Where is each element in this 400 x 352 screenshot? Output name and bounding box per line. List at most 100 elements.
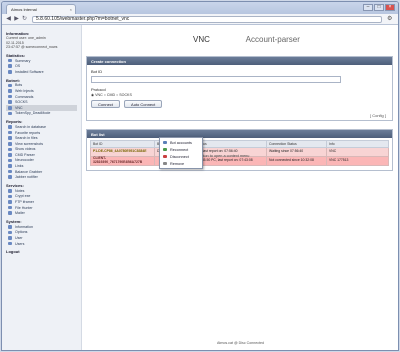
- ctx-remove[interactable]: Remove: [160, 160, 202, 167]
- sidebar-item-label: View screenshots: [15, 141, 44, 146]
- menu-icon: [8, 94, 12, 99]
- ctx-label: Reconnect: [170, 147, 189, 152]
- bot-id-cell: P1-DE-CP86_4A0780E951C8384E: [90, 147, 155, 157]
- ctx-disconnect[interactable]: Disconnect: [160, 153, 202, 160]
- tab-bar: Atmos Internal × – □ ×: [2, 2, 398, 14]
- tab-vnc[interactable]: VNC: [193, 35, 210, 44]
- connect-button[interactable]: Connect: [91, 100, 120, 108]
- minimize-icon[interactable]: –: [363, 4, 373, 11]
- ctx-label: Bot accounts: [170, 140, 192, 145]
- sidebar-item-label: Installed Software: [15, 69, 44, 74]
- sidebar-item[interactable]: TokenSpy_DeadMode: [6, 111, 77, 117]
- col-connection-status[interactable]: Connection Status: [266, 140, 327, 148]
- sidebar-item-label: Show videos: [15, 147, 36, 152]
- sidebar-item-label: Balance Grabber: [15, 169, 43, 174]
- info-cell: VNC 177513: [326, 156, 389, 166]
- bot-list-panel: Bot list Bot ID Bot info Bot Status Conn…: [86, 129, 393, 171]
- ctx-label: Disconnect: [170, 154, 189, 159]
- sidebar-item-label: Summary: [15, 58, 31, 63]
- main-area: VNC Account-parser Create connection Bot…: [83, 25, 398, 350]
- table-header-row: Bot ID Bot info Bot Status Connection St…: [90, 140, 389, 148]
- menu-icon: [8, 136, 12, 140]
- menu-icon: [8, 205, 12, 210]
- ctx-bot-accounts[interactable]: Bot accounts: [160, 139, 202, 146]
- sidebar-item-label: Information: [15, 224, 33, 229]
- forward-icon[interactable]: ▶: [13, 16, 20, 23]
- menu-icon: [8, 194, 12, 199]
- menu-icon: [8, 241, 12, 246]
- reload-icon[interactable]: ↻: [21, 16, 28, 23]
- menu-icon: [8, 69, 12, 74]
- sidebar-item[interactable]: Users: [6, 241, 77, 247]
- sidebar-item-label: User: [15, 236, 23, 241]
- sidebar-item-label: Neurocoder: [15, 158, 34, 163]
- sidebar-item-label: CMD Parser: [15, 152, 35, 157]
- sidebar-item-label: VNC: [15, 105, 23, 110]
- menu-icon: [8, 211, 12, 216]
- ctx-label: Remove: [170, 161, 185, 166]
- sidebar-item[interactable]: Installed Software: [6, 69, 77, 75]
- menu-icon: [8, 89, 12, 93]
- browser-tab[interactable]: Atmos Internal ×: [6, 4, 76, 14]
- close-tab-icon[interactable]: ×: [70, 7, 72, 12]
- col-info[interactable]: Info: [326, 140, 389, 148]
- radio-cmd[interactable]: ○ CMD: [104, 93, 115, 97]
- ctx-reconnect[interactable]: Reconnect: [160, 146, 202, 153]
- menu-icon: [8, 83, 12, 88]
- sidebar-item-label: Mailer: [15, 211, 25, 216]
- context-menu: Bot accounts Reconnect Disconnect Remove: [159, 137, 203, 169]
- url-field[interactable]: 5.8.60.105/webmaster.php?m=botnet_vnc: [32, 16, 382, 23]
- remove-icon: [163, 162, 167, 165]
- wrench-icon[interactable]: ⚙: [387, 16, 394, 23]
- info-line: 23:47:57 @ someconnect_nows: [6, 45, 58, 50]
- col-bot-id[interactable]: Bot ID: [90, 140, 155, 148]
- sidebar-item[interactable]: Mailer: [6, 210, 77, 216]
- sidebar-item-label: Options: [15, 230, 28, 235]
- menu-icon: [8, 158, 12, 163]
- sidebar-item[interactable]: Jabber notifier: [6, 174, 77, 180]
- tab-title: Atmos Internal: [11, 7, 37, 12]
- sidebar-item-label: TokenSpy_DeadMode: [15, 111, 51, 116]
- radio-socks[interactable]: ○ SOCKS: [116, 93, 132, 97]
- conn-status-cell: Waiting since 07:56:40: [266, 147, 327, 157]
- protocol-radios: ◉ VNC ○ CMD ○ SOCKS: [91, 93, 388, 97]
- conn-status-cell: Not connected since 10:32:08: [266, 156, 327, 166]
- radio-vnc[interactable]: ◉ VNC: [91, 93, 103, 97]
- bot-id-label: Bot ID: [91, 69, 103, 74]
- menu-icon: [8, 64, 12, 68]
- sidebar-item-label: Notes: [15, 188, 25, 193]
- protocol-label: Protocol: [91, 87, 106, 92]
- bot-id-input[interactable]: [91, 76, 341, 83]
- footer: Atmos.cat @ Disc Connected: [217, 341, 264, 345]
- reconnect-icon: [163, 148, 167, 151]
- menu-icon: [8, 111, 12, 116]
- accounts-icon: [163, 141, 167, 144]
- sidebar-item-label: Web Injects: [15, 88, 34, 93]
- sidebar-item-label: OS: [15, 64, 21, 69]
- menu-icon: [8, 130, 12, 135]
- back-icon[interactable]: ◀: [5, 16, 12, 23]
- sidebar-item-label: File Hunter: [15, 205, 33, 210]
- sidebar-item-label: FTP iframer: [15, 200, 34, 205]
- close-window-icon[interactable]: ×: [385, 4, 395, 11]
- menu-icon: [8, 125, 12, 129]
- disconnect-icon: [163, 155, 167, 158]
- menu-icon: [8, 169, 12, 174]
- menu-icon: [8, 58, 12, 63]
- bot-id-cell: CLIENT-32819390_7671790E4B6A727B: [90, 156, 155, 166]
- sidebar-heading[interactable]: Logout: [6, 249, 77, 254]
- panel-title: Bot list: [87, 130, 392, 138]
- tab-account-parser[interactable]: Account-parser: [246, 35, 300, 44]
- sidebar-item-label: SOCKS: [15, 100, 28, 105]
- sidebar-sections: Statistics: Summary OS Installed Software Bo…: [6, 53, 77, 254]
- sidebar-item-label: Bots: [15, 83, 23, 88]
- maximize-icon[interactable]: □: [374, 4, 384, 11]
- menu-icon: [8, 141, 12, 146]
- sidebar-item-label: Users: [15, 241, 25, 246]
- config-link[interactable]: [ Config ]: [370, 113, 386, 118]
- sidebar-item-label: Favorite reports: [15, 130, 41, 135]
- page-tabs: VNC Account-parser: [193, 35, 334, 44]
- auto-connect-button[interactable]: Auto Connect: [124, 100, 163, 108]
- sidebar-item-label: Links: [15, 164, 24, 169]
- panel-title: Create connection: [87, 57, 392, 65]
